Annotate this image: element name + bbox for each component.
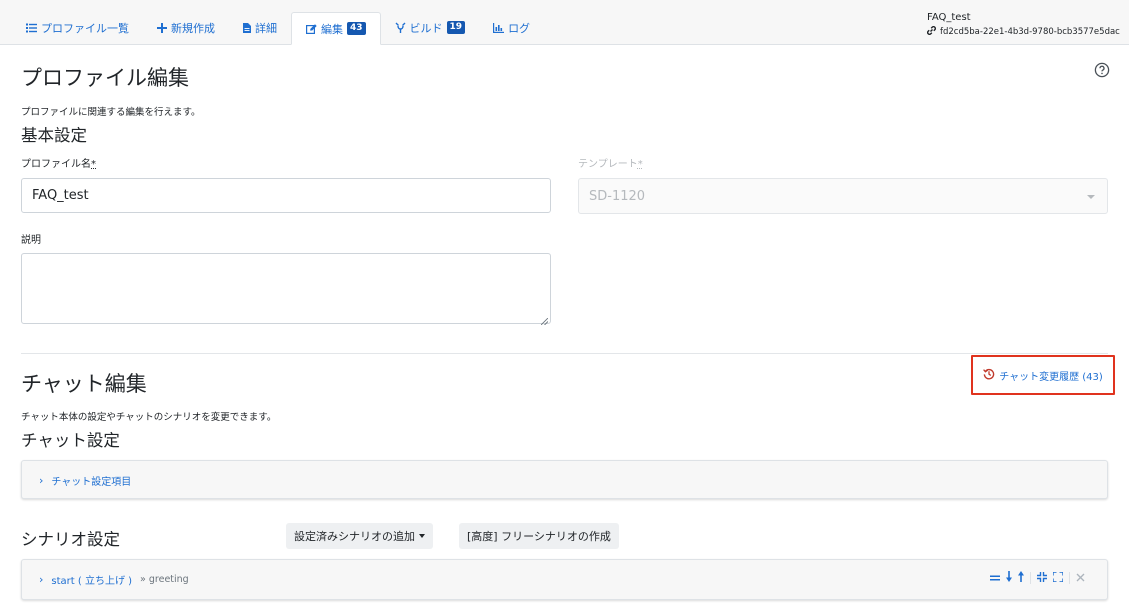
chat-edit-title: チャット編集 [21,372,147,396]
scenario-item-sub: » greeting [140,574,189,585]
chat-settings-title: チャット設定 [21,431,120,450]
move-up-icon[interactable] [1018,571,1024,585]
tab-label: ビルド [409,21,443,35]
chat-history-link[interactable]: チャット変更履歴 (43) [971,355,1115,395]
tab-label: 編集 [321,22,343,36]
create-scenario-label: [高度] フリーシナリオの作成 [467,530,611,543]
document-icon [243,22,251,33]
scenario-row-tools [990,571,1085,585]
profile-name-input[interactable]: FAQ_test [21,178,551,213]
scenario-item: › start ( 立ち上げ ) » greeting [21,559,1108,600]
edit-count-badge: 43 [347,22,366,35]
caret-down-icon [419,534,425,538]
tab-log[interactable]: ログ [479,12,544,43]
profile-edit-title: プロファイル編集 [21,66,189,90]
tool-separator [1030,572,1031,584]
template-label: テンプレート* [578,155,643,170]
build-icon [395,22,406,33]
basic-settings-title: 基本設定 [21,126,87,145]
move-down-icon[interactable] [1006,571,1012,585]
tab-build[interactable]: ビルド 19 [381,12,480,43]
profile-id-text: fd2cd5ba-22e1-4b3d-9780-bcb3577e5dac [940,27,1120,37]
required-mark: * [91,159,96,170]
bar-chart-icon [493,22,505,33]
profile-edit-description: プロファイルに関連する編集を行えます。 [21,107,201,118]
history-icon [983,368,995,383]
required-mark: * [637,159,643,170]
tab-label: 詳細 [255,21,277,35]
label-text: プロファイル名 [21,159,91,170]
section-divider [21,353,1108,354]
profile-id: fd2cd5ba-22e1-4b3d-9780-bcb3577e5dac [927,26,1120,38]
chat-settings-accordion: › チャット設定項目 [21,460,1108,499]
collapse-icon[interactable] [1037,571,1047,585]
template-select[interactable]: SD-1120 [578,178,1108,214]
tab-edit[interactable]: 編集 43 [291,12,381,45]
build-count-badge: 19 [446,21,466,34]
profile-name: FAQ_test [927,12,971,23]
top-tab-bar: プロファイル一覧 新規作成 詳細 編集 43 ビルド 19 ログ FAQ_tes… [0,0,1129,45]
profile-name-label: プロファイル名* [21,155,96,170]
list-icon [26,23,37,33]
tab-profile-list[interactable]: プロファイル一覧 [12,12,143,43]
drag-handle-icon[interactable] [990,571,1000,585]
profile-meta: FAQ_test fd2cd5ba-22e1-4b3d-9780-bcb3577… [927,12,1120,38]
label-text: テンプレート [578,159,638,170]
create-free-scenario-button[interactable]: [高度] フリーシナリオの作成 [459,523,619,549]
template-value: SD-1120 [589,188,646,204]
profile-name-value: FAQ_test [32,188,89,203]
tool-separator [1069,572,1070,584]
page: プロファイル一覧 新規作成 詳細 編集 43 ビルド 19 ログ FAQ_tes… [0,0,1129,606]
edit-icon [306,23,317,34]
tab-detail[interactable]: 詳細 [229,12,291,43]
description-label: 説明 [21,235,41,246]
chat-edit-description: チャット本体の設定やチャットのシナリオを変更できます。 [21,412,277,423]
scenario-item-label: start ( 立ち上げ ) [51,576,133,587]
chat-settings-item[interactable]: › チャット設定項目 [39,473,131,488]
tab-label: プロファイル一覧 [41,21,129,35]
tab-label: 新規作成 [171,21,215,35]
help-icon[interactable] [1094,62,1110,78]
expand-icon[interactable] [1052,571,1064,585]
close-icon[interactable] [1076,571,1085,585]
plus-icon [157,22,167,33]
chat-settings-item-label: チャット設定項目 [51,477,132,488]
link-icon [927,26,936,38]
description-textarea[interactable] [21,253,551,326]
add-scenario-dropdown[interactable]: 設定済みシナリオの追加 [286,523,433,549]
tab-new[interactable]: 新規作成 [143,12,229,43]
chevron-right-icon: › [39,474,44,487]
tab-list: プロファイル一覧 新規作成 詳細 編集 43 ビルド 19 ログ [12,12,544,45]
chevron-right-icon: › [39,573,44,586]
scenario-item-toggle[interactable]: › start ( 立ち上げ ) » greeting [39,572,189,587]
history-link-text: チャット変更履歴 (43) [999,371,1103,383]
tab-label: ログ [508,21,531,35]
resize-grip-icon[interactable] [540,314,549,326]
scenario-settings-title: シナリオ設定 [21,530,120,549]
chevron-down-icon [1087,195,1095,199]
add-scenario-label: 設定済みシナリオの追加 [294,530,415,543]
